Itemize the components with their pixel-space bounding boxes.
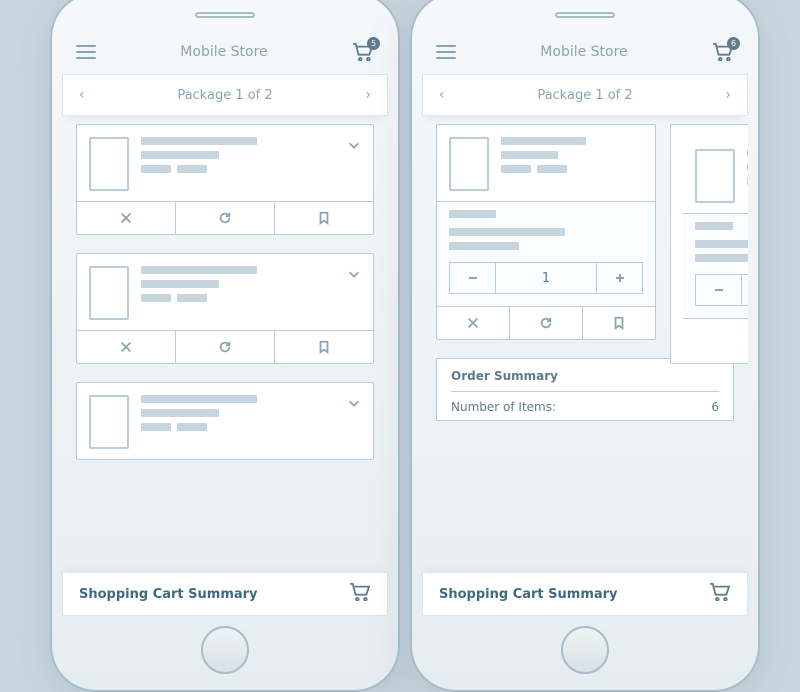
package-label: Package 1 of 2 [537, 88, 632, 103]
product-card-peek [670, 124, 748, 364]
package-label: Package 1 of 2 [177, 88, 272, 103]
menu-icon[interactable] [76, 45, 96, 59]
product-details: 1 [437, 201, 655, 306]
cart-icon [349, 583, 371, 605]
menu-icon[interactable] [436, 45, 456, 59]
expand-toggle[interactable] [347, 395, 361, 414]
app-bar: Mobile Store 5 [62, 32, 388, 72]
product-list [62, 124, 388, 572]
cart-summary-bar[interactable]: Shopping Cart Summary [62, 572, 388, 616]
bookmark-button[interactable] [275, 331, 373, 363]
product-thumbnail [449, 137, 489, 191]
next-package-button[interactable]: › [725, 87, 731, 103]
prev-package-button[interactable]: ‹ [79, 87, 85, 103]
expand-toggle[interactable] [347, 137, 361, 156]
remove-button[interactable] [77, 331, 176, 363]
app-title: Mobile Store [96, 44, 352, 60]
cart-icon [709, 583, 731, 605]
home-button[interactable] [201, 626, 249, 674]
product-thumbnail [89, 137, 129, 191]
cart-badge: 5 [367, 37, 380, 50]
package-nav: ‹ Package 1 of 2 › [62, 74, 388, 116]
product-thumbnail [89, 266, 129, 320]
card-actions [437, 306, 655, 339]
app-title: Mobile Store [456, 44, 712, 60]
qty-minus-button[interactable] [450, 263, 496, 293]
refresh-button[interactable] [510, 307, 583, 339]
cart-summary-bar[interactable]: Shopping Cart Summary [422, 572, 748, 616]
refresh-button[interactable] [176, 202, 275, 234]
product-thumbnail [695, 149, 735, 203]
remove-button[interactable] [683, 319, 748, 351]
phone-right-frame: Mobile Store 6 ‹ Package 1 of 2 › [410, 0, 760, 692]
card-actions [77, 330, 373, 363]
product-meta [141, 266, 335, 302]
remove-button[interactable] [437, 307, 510, 339]
product-thumbnail [89, 395, 129, 449]
quantity-stepper: 1 [449, 262, 643, 294]
product-card [76, 124, 374, 235]
order-summary-title: Order Summary [451, 369, 719, 383]
app-bar: Mobile Store 6 [422, 32, 748, 72]
product-card [76, 382, 374, 460]
product-meta [501, 137, 643, 173]
card-actions [77, 201, 373, 234]
prev-package-button[interactable]: ‹ [439, 87, 445, 103]
next-package-button[interactable]: › [365, 87, 371, 103]
product-meta [141, 395, 335, 431]
product-card [76, 253, 374, 364]
phone-speaker [195, 12, 255, 18]
cart-button[interactable]: 5 [352, 43, 374, 61]
order-summary-items-value: 6 [711, 400, 719, 414]
qty-plus-button[interactable] [596, 263, 642, 293]
qty-value [742, 275, 748, 305]
order-summary: Order Summary Number of Items: 6 [436, 358, 734, 421]
refresh-button[interactable] [176, 331, 275, 363]
phone-left-frame: Mobile Store 5 ‹ Package 1 of 2 › [50, 0, 400, 692]
package-nav: ‹ Package 1 of 2 › [422, 74, 748, 116]
bookmark-button[interactable] [583, 307, 655, 339]
qty-value: 1 [496, 263, 596, 293]
cart-badge: 6 [727, 37, 740, 50]
phone-speaker [555, 12, 615, 18]
order-summary-items-label: Number of Items: [451, 400, 556, 414]
cart-button[interactable]: 6 [712, 43, 734, 61]
remove-button[interactable] [77, 202, 176, 234]
product-carousel: 1 [422, 124, 748, 421]
expand-toggle[interactable] [347, 266, 361, 285]
qty-minus-button[interactable] [696, 275, 742, 305]
product-card-expanded: 1 [436, 124, 656, 340]
home-button[interactable] [561, 626, 609, 674]
cart-summary-label: Shopping Cart Summary [79, 587, 258, 602]
product-meta [141, 137, 335, 173]
cart-summary-label: Shopping Cart Summary [439, 587, 618, 602]
bookmark-button[interactable] [275, 202, 373, 234]
